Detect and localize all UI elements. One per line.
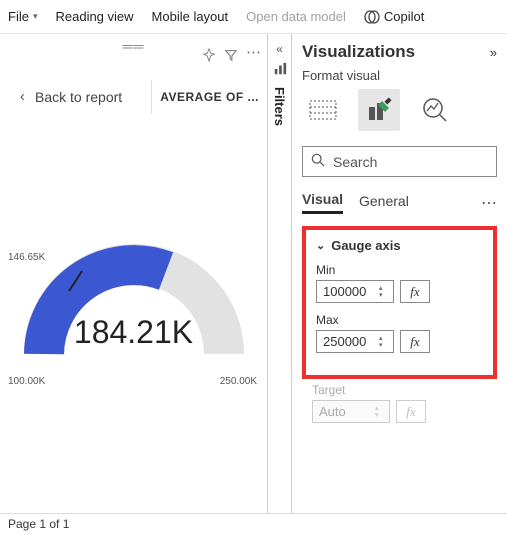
target-input: Auto ▴▾	[312, 400, 390, 423]
visualizations-title: Visualizations	[302, 42, 415, 62]
search-icon	[311, 153, 325, 170]
max-fx-button[interactable]: fx	[400, 330, 430, 353]
gauge-max-label: 250.00K	[220, 376, 257, 387]
report-canvas: ══ ⋯ ‹ Back to report AVERAGE OF ... 146…	[0, 34, 268, 513]
bar-chart-icon[interactable]	[268, 62, 291, 79]
gauge-min-label: 100.00K	[8, 376, 45, 387]
build-visual-tab[interactable]	[302, 89, 344, 131]
spinner-icon[interactable]: ▴▾	[379, 332, 391, 351]
menu-copilot[interactable]: Copilot	[364, 9, 424, 25]
visualizations-pane: Visualizations » Format visual Search Vi…	[292, 34, 507, 513]
min-label: Min	[316, 263, 483, 277]
expand-chevron-icon[interactable]: »	[490, 45, 497, 60]
filter-icon[interactable]	[224, 48, 238, 62]
page-footer: Page 1 of 1	[0, 513, 507, 535]
copilot-icon	[364, 9, 380, 25]
chevron-left-icon: ‹	[20, 88, 25, 105]
search-input[interactable]: Search	[302, 146, 497, 177]
magnifier-chart-icon	[422, 97, 448, 123]
pin-icon[interactable]	[202, 48, 216, 62]
menu-reading-view[interactable]: Reading view	[55, 9, 133, 24]
visual-title[interactable]: AVERAGE OF ...	[151, 80, 267, 114]
analytics-tab[interactable]	[414, 89, 456, 131]
target-fx-button: fx	[396, 400, 426, 423]
menu-file-label: File	[8, 9, 29, 24]
gauge-visual[interactable]: 146.65K 184.21K 100.00K 250.00K	[0, 224, 267, 374]
top-menubar: File ▾ Reading view Mobile layout Open d…	[0, 0, 507, 34]
tab-visual[interactable]: Visual	[302, 191, 343, 214]
gauge-value-label: 184.21K	[0, 314, 267, 351]
filters-label: Filters	[272, 87, 287, 126]
max-label: Max	[316, 313, 483, 327]
gauge-axis-section-highlighted: ⌄ Gauge axis Min 100000 ▴▾ fx Max 250000…	[302, 226, 497, 379]
gauge-axis-header[interactable]: ⌄ Gauge axis	[316, 238, 483, 253]
menu-file[interactable]: File ▾	[8, 9, 37, 24]
chevron-down-icon: ⌄	[316, 239, 325, 252]
max-input[interactable]: 250000 ▴▾	[316, 330, 394, 353]
min-fx-button[interactable]: fx	[400, 280, 430, 303]
min-input[interactable]: 100000 ▴▾	[316, 280, 394, 303]
spinner-icon: ▴▾	[375, 402, 387, 421]
visual-header-icons: ⋯	[202, 48, 261, 62]
search-placeholder: Search	[333, 154, 377, 170]
table-icon	[309, 100, 337, 120]
min-value: 100000	[323, 284, 366, 299]
spinner-icon[interactable]: ▴▾	[379, 282, 391, 301]
gauge-tick-label: 146.65K	[8, 252, 45, 263]
gauge-arc	[14, 224, 254, 374]
collapse-chevron-icon[interactable]: «	[268, 42, 291, 56]
format-visual-subtitle: Format visual	[302, 68, 497, 83]
chevron-down-icon: ▾	[33, 11, 38, 22]
target-label: Target	[312, 383, 487, 397]
gauge-axis-label: Gauge axis	[331, 238, 400, 253]
menu-mobile-layout[interactable]: Mobile layout	[152, 9, 229, 24]
target-value: Auto	[319, 404, 346, 419]
menu-copilot-label: Copilot	[384, 9, 424, 24]
more-options-icon[interactable]: ⋯	[246, 48, 261, 62]
paint-brush-icon	[366, 97, 392, 123]
page-indicator[interactable]: Page 1 of 1	[8, 517, 69, 531]
format-visual-tab[interactable]	[358, 89, 400, 131]
drag-handle-icon[interactable]: ══	[123, 38, 145, 54]
back-to-report-button[interactable]: ‹ Back to report	[0, 78, 151, 115]
filters-pane-collapsed[interactable]: « Filters	[268, 34, 292, 513]
more-options-icon[interactable]: ⋯	[481, 193, 497, 213]
tab-general[interactable]: General	[359, 193, 409, 213]
back-label: Back to report	[35, 89, 122, 105]
menu-open-data-model: Open data model	[246, 9, 346, 24]
max-value: 250000	[323, 334, 366, 349]
